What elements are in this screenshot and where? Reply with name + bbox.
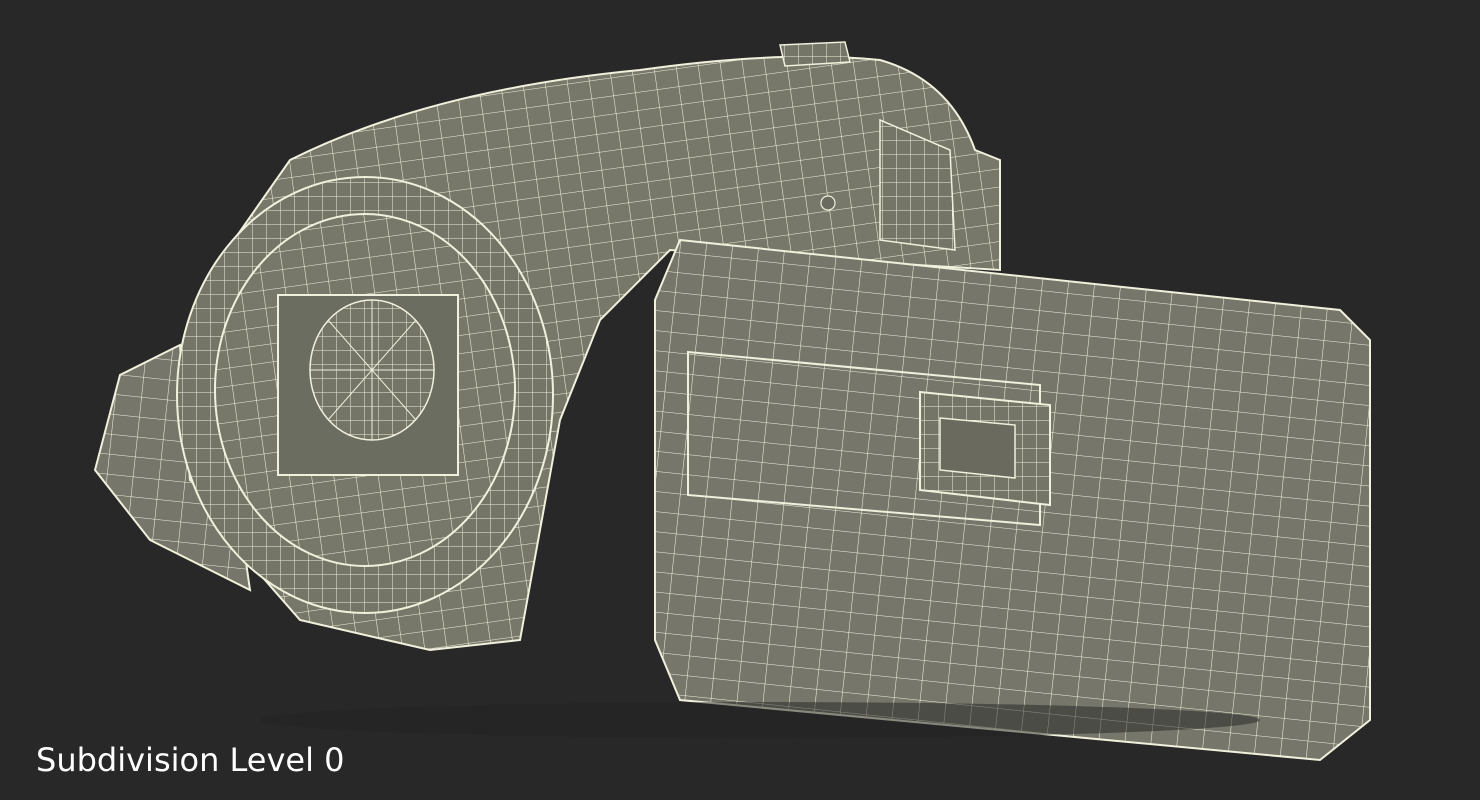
subdivision-level-caption: Subdivision Level 0 bbox=[36, 741, 345, 779]
lens-assembly bbox=[176, 176, 554, 614]
ground-shadow bbox=[260, 702, 1260, 738]
lcd-panel bbox=[654, 238, 1371, 762]
render-viewport bbox=[93, 41, 1371, 762]
